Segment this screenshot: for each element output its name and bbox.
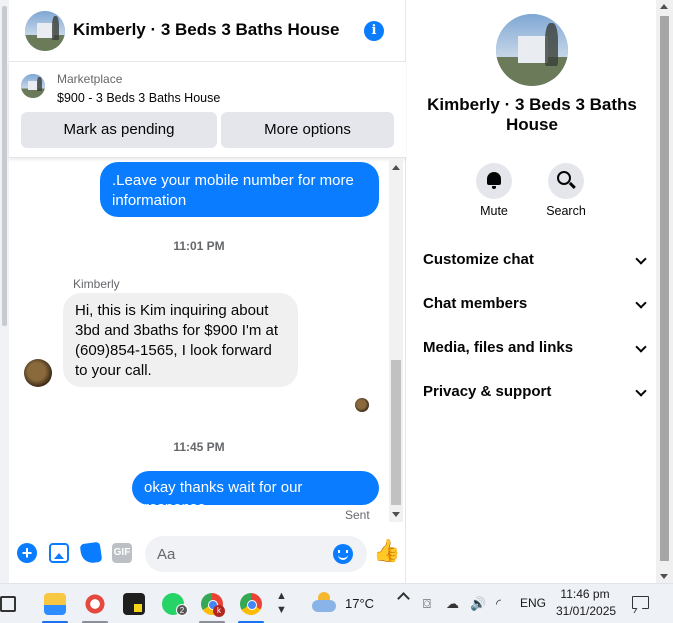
sender-avatar[interactable] <box>24 359 52 387</box>
snipping-tool-icon[interactable] <box>84 593 106 615</box>
mark-as-pending-button[interactable]: Mark as pending <box>21 112 217 148</box>
message-list: .Leave your mobile number for more infor… <box>9 158 406 524</box>
section-chat-members[interactable]: Chat members <box>423 295 647 315</box>
search-icon <box>557 171 571 185</box>
sender-name: Kimberly <box>73 277 120 291</box>
chevron-down-icon <box>635 341 647 353</box>
section-label: Media, files and links <box>423 339 574 356</box>
chat-title[interactable]: Kimberly · 3 Beds 3 Baths House <box>73 20 339 40</box>
chat-panel: Kimberly · 3 Beds 3 Baths House i Market… <box>9 0 406 583</box>
chevron-down-icon <box>635 385 647 397</box>
section-customize-chat[interactable]: Customize chat <box>423 251 647 271</box>
composer: + GIF Aa 👍 <box>9 533 406 573</box>
scroll-up-arrow[interactable] <box>392 165 400 170</box>
cloud-icon[interactable]: ☁ <box>446 596 459 612</box>
notification-icon[interactable] <box>632 596 649 609</box>
messages-scrollbar-thumb[interactable] <box>391 360 401 505</box>
file-explorer-icon[interactable] <box>44 593 66 615</box>
listing-thumbnail[interactable] <box>21 74 45 98</box>
timestamp: 11:01 PM <box>173 239 225 253</box>
screen: Kimberly · 3 Beds 3 Baths House i Market… <box>0 0 673 623</box>
section-media-files-links[interactable]: Media, files and links <box>423 339 647 359</box>
section-label: Chat members <box>423 295 528 312</box>
window-scrollbar-thumb[interactable] <box>660 16 669 561</box>
window-scrollbar[interactable] <box>656 0 673 583</box>
scroll-down-arrow[interactable] <box>392 512 400 517</box>
camera-icon[interactable]: ⌼ <box>423 596 431 612</box>
like-icon[interactable]: 👍 <box>373 540 400 562</box>
mute-button[interactable] <box>476 163 512 199</box>
marketplace-banner: Marketplace $900 - 3 Beds 3 Baths House … <box>9 62 406 158</box>
temperature[interactable]: 17°C <box>345 596 374 611</box>
taskbar-scroll-icon[interactable]: ▲ ▼ <box>276 589 287 617</box>
info-icon[interactable]: i <box>364 21 384 41</box>
sticker-icon[interactable] <box>79 541 103 565</box>
chat-header: Kimberly · 3 Beds 3 Baths House i <box>9 0 406 62</box>
show-hidden-icons[interactable] <box>397 592 410 605</box>
messages-scrollbar[interactable] <box>389 160 403 522</box>
left-scrollbar-thumb[interactable] <box>2 6 7 326</box>
taskbar: 2 k ▲ ▼ 17°C ⌼ ☁ 🔊 ◜ ENG 11:46 pm 31/01/2… <box>0 583 673 623</box>
task-view-icon[interactable] <box>0 596 16 612</box>
chrome-profile-badge: k <box>213 605 225 617</box>
search-button[interactable] <box>548 163 584 199</box>
outgoing-message[interactable]: .Leave your mobile number for more infor… <box>100 162 379 217</box>
marketplace-label: Marketplace <box>57 72 123 86</box>
chrome-icon[interactable] <box>240 593 262 615</box>
message-input[interactable]: Aa <box>145 536 367 572</box>
clock-date[interactable]: 31/01/2025 <box>556 604 616 618</box>
mute-label: Mute <box>480 204 508 218</box>
clock-time[interactable]: 11:46 pm <box>556 587 614 601</box>
scroll-down-arrow[interactable] <box>660 574 668 579</box>
details-title: Kimberly · 3 Beds 3 Baths House <box>427 95 637 134</box>
photo-icon[interactable] <box>49 543 69 563</box>
wifi-icon[interactable]: ◜ <box>496 596 501 612</box>
weather-icon[interactable] <box>312 592 336 612</box>
chevron-down-icon <box>635 297 647 309</box>
plus-icon[interactable]: + <box>17 543 37 563</box>
listing-title[interactable]: $900 - 3 Beds 3 Baths House <box>57 91 220 105</box>
outgoing-message[interactable]: okay thanks wait for our response <box>132 471 379 516</box>
gif-icon[interactable]: GIF <box>112 543 132 563</box>
language-indicator[interactable]: ENG <box>520 596 546 610</box>
incoming-message[interactable]: Hi, this is Kim inquiring about 3bd and … <box>63 293 298 387</box>
message-input-placeholder: Aa <box>157 546 176 563</box>
sent-status: Sent <box>345 508 370 522</box>
volume-icon[interactable]: 🔊 <box>470 596 486 612</box>
left-scrollbar[interactable] <box>0 0 9 583</box>
chevron-down-icon <box>635 253 647 265</box>
emoji-icon[interactable] <box>333 544 353 564</box>
details-panel: Kimberly · 3 Beds 3 Baths House Mute Sea… <box>407 0 656 583</box>
section-label: Privacy & support <box>423 383 552 400</box>
chat-avatar[interactable] <box>25 11 65 51</box>
read-receipt-avatar <box>355 398 369 412</box>
scroll-up-arrow[interactable] <box>660 4 668 9</box>
more-options-button[interactable]: More options <box>221 112 394 148</box>
bell-icon <box>487 172 501 189</box>
search-label: Search <box>546 204 586 218</box>
sticky-notes-icon[interactable] <box>123 593 145 615</box>
whatsapp-badge: 2 <box>176 604 188 616</box>
details-avatar[interactable] <box>496 14 568 86</box>
timestamp: 11:45 PM <box>173 440 225 454</box>
section-label: Customize chat <box>423 251 534 268</box>
section-privacy-support[interactable]: Privacy & support <box>423 383 647 403</box>
